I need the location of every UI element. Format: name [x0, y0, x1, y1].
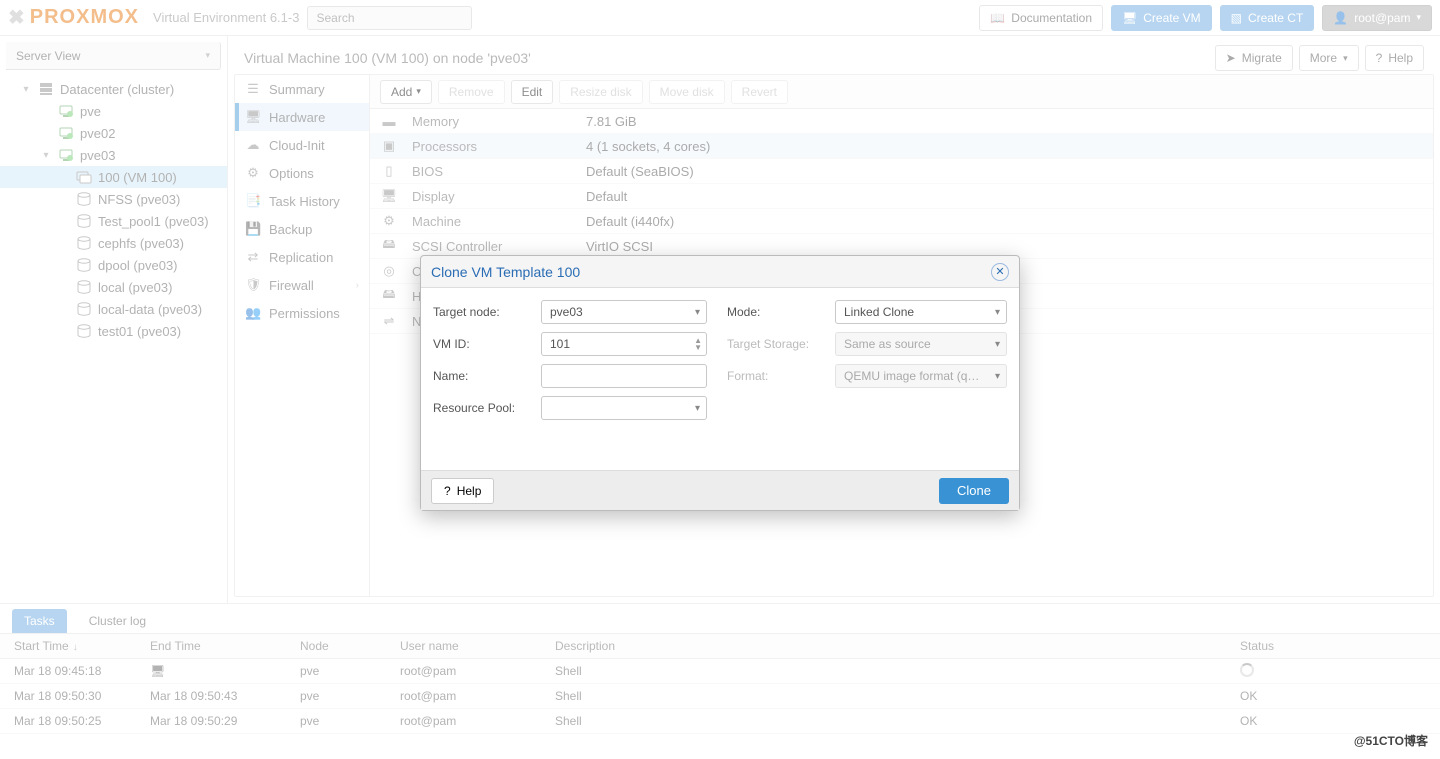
chevron-down-icon: ▾ [695, 307, 700, 318]
help-icon: ? [444, 484, 451, 498]
format-label: Format: [727, 369, 827, 383]
dialog-title: Clone VM Template 100 [431, 264, 580, 280]
mode-combo[interactable]: Linked Clone ▾ [835, 300, 1007, 324]
modal-mask: Clone VM Template 100 ✕ Target node: pve… [0, 0, 1440, 759]
target-node-label: Target node: [433, 305, 533, 319]
target-storage-combo: Same as source ▾ [835, 332, 1007, 356]
vmid-spinner[interactable]: 101 ▲▼ [541, 332, 707, 356]
chevron-down-icon: ▾ [695, 403, 700, 414]
name-field[interactable] [541, 364, 707, 388]
dialog-help-button[interactable]: ? Help [431, 478, 494, 504]
mode-label: Mode: [727, 305, 827, 319]
resource-pool-combo[interactable]: ▾ [541, 396, 707, 420]
clone-button[interactable]: Clone [939, 478, 1009, 504]
close-icon[interactable]: ✕ [991, 263, 1009, 281]
pool-label: Resource Pool: [433, 401, 533, 415]
chevron-down-icon: ▾ [995, 339, 1000, 350]
target-node-combo[interactable]: pve03 ▾ [541, 300, 707, 324]
watermark: @51CTO博客 [1354, 732, 1428, 749]
clone-dialog: Clone VM Template 100 ✕ Target node: pve… [420, 255, 1020, 511]
name-label: Name: [433, 369, 533, 383]
spinner-buttons-icon[interactable]: ▲▼ [694, 337, 702, 351]
vmid-label: VM ID: [433, 337, 533, 351]
format-combo: QEMU image format (qcow2) ▾ [835, 364, 1007, 388]
chevron-down-icon: ▾ [995, 307, 1000, 318]
storage-label: Target Storage: [727, 337, 827, 351]
chevron-down-icon: ▾ [995, 371, 1000, 382]
